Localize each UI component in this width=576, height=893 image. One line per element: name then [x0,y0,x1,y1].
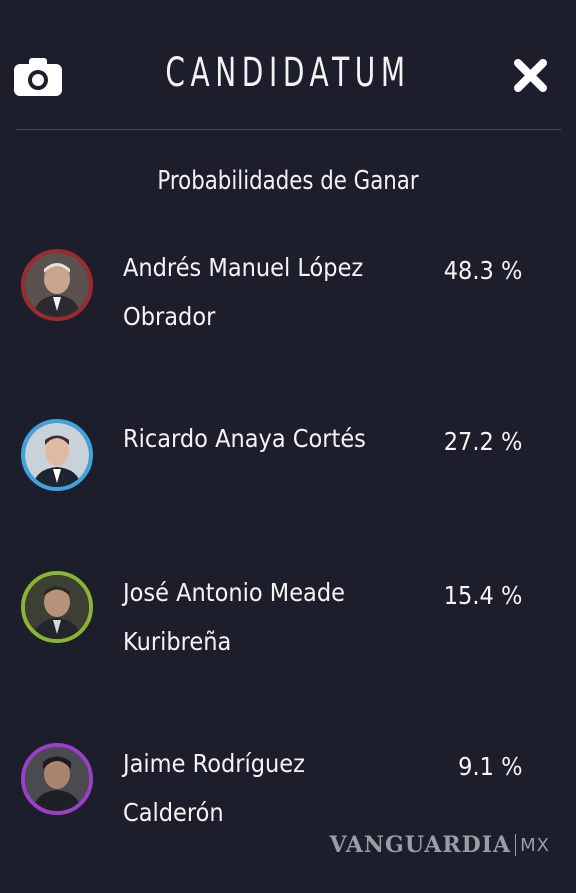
candidate-probability: 48.3 % [443,256,522,285]
watermark-country: MX [520,834,550,856]
candidate-photo [25,575,89,639]
header: CANDIDATUM [0,0,576,130]
candidate-photo [25,253,89,317]
candidate-avatar [21,743,93,815]
candidate-name: José Antonio Meade Kuribreña [123,578,345,656]
candidate-probability: 9.1 % [457,752,522,781]
watermark: VANGUARDIA MX [329,832,550,858]
candidate-avatar [21,419,93,491]
header-divider [16,129,561,130]
app-screen: CANDIDATUM Probabilidades de Ganar André… [0,0,576,893]
candidate-avatar [21,249,93,321]
watermark-brand: VANGUARDIA [329,832,512,858]
candidate-name: Ricardo Anaya Cortés [123,424,366,453]
candidate-row[interactable]: Ricardo Anaya Cortés 27.2 % [0,416,576,536]
close-icon [514,59,547,92]
watermark-separator [515,834,517,856]
candidate-photo [25,747,89,811]
camera-icon [14,58,62,96]
candidate-row[interactable]: Andrés Manuel López Obrador 48.3 % [0,245,576,365]
app-title: CANDIDATUM [165,50,411,96]
candidate-avatar [21,571,93,643]
candidate-row[interactable]: José Antonio Meade Kuribreña 15.4 % [0,570,576,690]
candidate-probability: 27.2 % [443,427,522,456]
candidate-name: Jaime Rodríguez Calderón [123,749,305,827]
candidate-probability: 15.4 % [443,581,522,610]
close-button[interactable] [513,58,548,93]
section-title: Probabilidades de Ganar [157,166,419,196]
candidate-photo [25,423,89,487]
camera-button[interactable] [14,57,62,96]
candidate-name: Andrés Manuel López Obrador [123,253,364,331]
